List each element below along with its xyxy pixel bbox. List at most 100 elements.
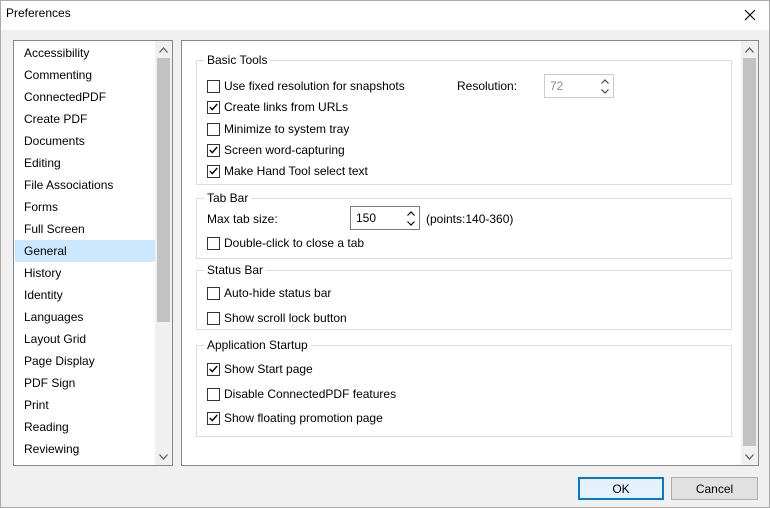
chevron-up-icon [406, 210, 415, 216]
tab-bar-group: Tab Bar Max tab size: 150 (points:140-36… [196, 191, 732, 259]
hand-tool-label: Make Hand Tool select text [224, 164, 368, 178]
basic-tools-group: Basic Tools Use fixed resolution for sna… [196, 53, 732, 185]
category-item-forms[interactable]: Forms [15, 196, 155, 218]
status-bar-group: Status Bar Auto-hide status bar Show scr… [196, 263, 732, 330]
auto-hide-status-label: Auto-hide status bar [224, 286, 332, 300]
checkbox-box [207, 164, 220, 178]
category-item-pdf-sign[interactable]: PDF Sign [15, 372, 155, 394]
scroll-down-button[interactable] [155, 448, 172, 465]
close-icon [744, 9, 756, 21]
category-scrollbar[interactable] [155, 41, 172, 465]
category-item-accessibility[interactable]: Accessibility [15, 42, 155, 64]
basic-tools-title: Basic Tools [204, 53, 271, 67]
scroll-up-button[interactable] [741, 41, 758, 58]
tab-bar-title: Tab Bar [204, 191, 252, 205]
max-tab-size-label: Max tab size: [207, 212, 278, 226]
startup-title: Application Startup [204, 338, 311, 352]
checkmark-icon [209, 167, 218, 175]
disable-connectedpdf-label: Disable ConnectedPDF features [224, 387, 397, 401]
max-tab-size-up-button[interactable] [403, 208, 418, 218]
double-click-close-checkbox[interactable]: Double-click to close a tab [207, 234, 364, 252]
category-item-documents[interactable]: Documents [15, 130, 155, 152]
promotion-page-label: Show floating promotion page [224, 411, 383, 425]
checkmark-icon [209, 146, 218, 154]
fixed-resolution-checkbox[interactable]: Use fixed resolution for snapshots [207, 77, 405, 95]
chevron-up-icon [159, 46, 168, 53]
max-tab-size-spinbox[interactable]: 150 [350, 206, 420, 230]
checkbox-box [207, 286, 220, 300]
scroll-lock-checkbox[interactable]: Show scroll lock button [207, 309, 347, 327]
minimize-tray-label: Minimize to system tray [224, 122, 350, 136]
window-title: Preferences [6, 6, 71, 20]
category-item-page-display[interactable]: Page Display [15, 350, 155, 372]
scroll-lock-label: Show scroll lock button [224, 311, 347, 325]
category-item-create-pdf[interactable]: Create PDF [15, 108, 155, 130]
status-bar-title: Status Bar [204, 263, 267, 277]
panel-scrollbar[interactable] [741, 41, 758, 465]
checkbox-box [207, 236, 220, 250]
checkbox-box [207, 79, 220, 93]
tab-size-range-hint: (points:140-360) [426, 212, 514, 226]
scroll-thumb[interactable] [157, 58, 170, 322]
checkbox-box [207, 143, 220, 157]
category-item-identity[interactable]: Identity [15, 284, 155, 306]
cancel-button[interactable]: Cancel [671, 477, 758, 500]
close-button[interactable] [730, 0, 770, 30]
startup-group: Application Startup Show Start page Disa… [196, 338, 732, 437]
scroll-thumb[interactable] [743, 58, 756, 446]
chevron-down-icon [159, 453, 168, 460]
chevron-down-icon [406, 220, 415, 226]
ok-button[interactable]: OK [578, 477, 664, 500]
title-bar: Preferences [0, 0, 770, 30]
resolution-spinbox[interactable]: 72 [544, 74, 614, 98]
max-tab-size-value: 150 [356, 211, 377, 225]
category-item-print[interactable]: Print [15, 394, 155, 416]
show-start-page-checkbox[interactable]: Show Start page [207, 360, 313, 378]
resolution-up-button[interactable] [597, 76, 612, 86]
show-start-page-label: Show Start page [224, 362, 313, 376]
checkmark-icon [209, 414, 218, 422]
scroll-down-button[interactable] [741, 448, 758, 465]
chevron-down-icon [600, 88, 609, 94]
resolution-label: Resolution: [457, 79, 518, 93]
disable-connectedpdf-checkbox[interactable]: Disable ConnectedPDF features [207, 385, 396, 403]
category-item-history[interactable]: History [15, 262, 155, 284]
minimize-tray-checkbox[interactable]: Minimize to system tray [207, 120, 349, 138]
checkbox-box [207, 411, 220, 425]
category-item-reviewing[interactable]: Reviewing [15, 438, 155, 460]
fixed-resolution-label: Use fixed resolution for snapshots [224, 79, 405, 93]
category-item-file-associations[interactable]: File Associations [15, 174, 155, 196]
resolution-down-button[interactable] [597, 86, 612, 96]
chevron-down-icon [745, 453, 754, 460]
max-tab-size-down-button[interactable] [403, 218, 418, 228]
checkmark-icon [209, 103, 218, 111]
checkbox-box [207, 311, 220, 325]
auto-hide-status-checkbox[interactable]: Auto-hide status bar [207, 284, 331, 302]
resolution-value: 72 [550, 79, 564, 93]
word-capturing-checkbox[interactable]: Screen word-capturing [207, 141, 345, 159]
checkbox-box [207, 100, 220, 114]
category-list[interactable]: Accessibility Commenting ConnectedPDF Creat… [13, 40, 173, 466]
category-item-languages[interactable]: Languages [15, 306, 155, 328]
chevron-up-icon [745, 46, 754, 53]
category-item-editing[interactable]: Editing [15, 152, 155, 174]
checkmark-icon [209, 365, 218, 373]
category-item-commenting[interactable]: Commenting [15, 64, 155, 86]
scroll-up-button[interactable] [155, 41, 172, 58]
checkbox-box [207, 122, 220, 136]
create-links-checkbox[interactable]: Create links from URLs [207, 98, 348, 116]
checkbox-box [207, 362, 220, 376]
category-item-connectedpdf[interactable]: ConnectedPDF [15, 86, 155, 108]
word-capturing-label: Screen word-capturing [224, 143, 345, 157]
category-item-general[interactable]: General [15, 240, 155, 262]
category-item-reading[interactable]: Reading [15, 416, 155, 438]
category-item-layout-grid[interactable]: Layout Grid [15, 328, 155, 350]
settings-panel: Basic Tools Use fixed resolution for sna… [181, 40, 759, 466]
category-item-full-screen[interactable]: Full Screen [15, 218, 155, 240]
hand-tool-checkbox[interactable]: Make Hand Tool select text [207, 162, 368, 180]
chevron-up-icon [600, 78, 609, 84]
promotion-page-checkbox[interactable]: Show floating promotion page [207, 409, 383, 427]
checkbox-box [207, 387, 220, 401]
create-links-label: Create links from URLs [224, 100, 349, 114]
double-click-close-label: Double-click to close a tab [224, 236, 365, 250]
